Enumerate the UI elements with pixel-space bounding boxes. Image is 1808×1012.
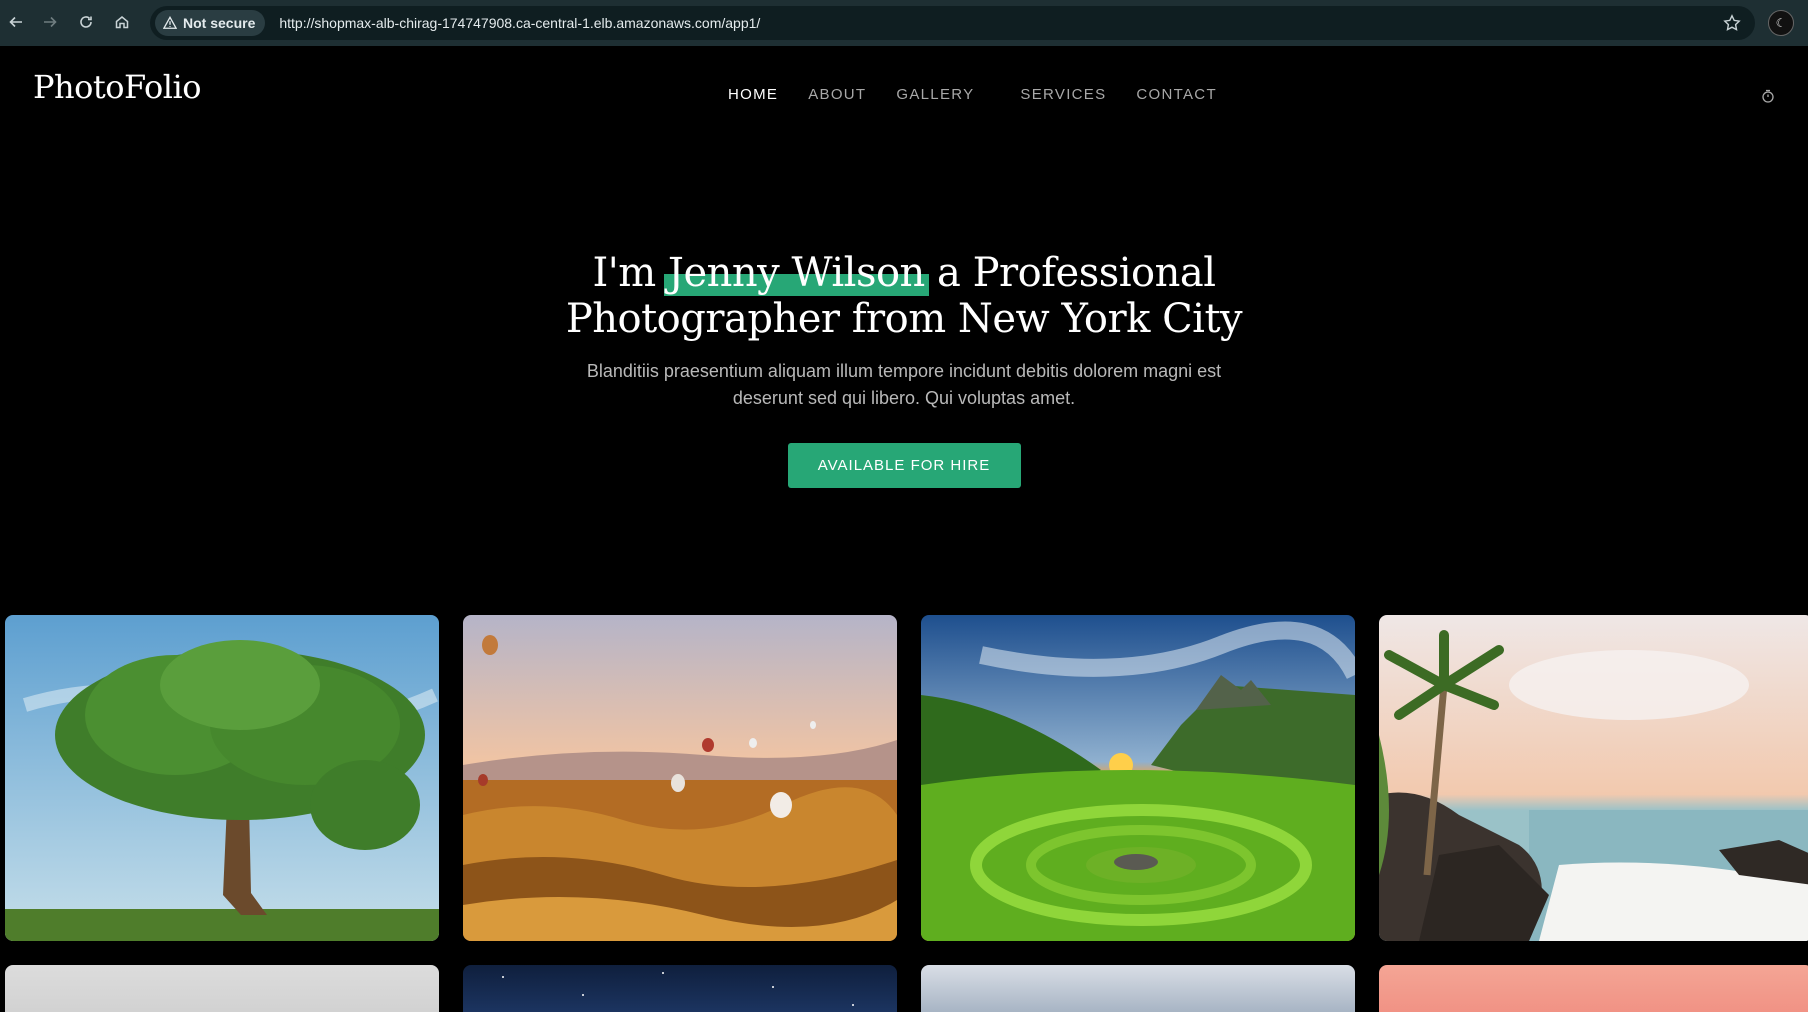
hero-title: I'm Jenny Wilson a Professional Photogra…: [0, 250, 1808, 342]
nav-contact[interactable]: CONTACT: [1136, 86, 1216, 103]
home-icon[interactable]: [108, 8, 136, 36]
hero-section: I'm Jenny Wilson a Professional Photogra…: [0, 250, 1808, 488]
site-header: PhotoFolio HOME ABOUT GALLERY SERVICES C…: [0, 46, 1808, 144]
warning-icon: [163, 16, 177, 29]
hire-button[interactable]: AVAILABLE FOR HIRE: [787, 443, 1021, 488]
nav-home[interactable]: HOME: [728, 86, 778, 103]
gallery-image-cloudy-sky[interactable]: [921, 965, 1355, 1012]
hero-description: Blanditiis praesentium aliquam illum tem…: [586, 361, 1222, 408]
security-chip[interactable]: Not secure: [155, 10, 266, 36]
hero-title-suffix: a Professional: [924, 250, 1216, 296]
nav-about[interactable]: ABOUT: [808, 86, 866, 103]
star-icon[interactable]: [1723, 14, 1741, 32]
gallery-image-tree[interactable]: [5, 615, 439, 941]
gallery-image-hazy-sky[interactable]: [5, 965, 439, 1012]
hero-title-prefix: I'm: [592, 250, 668, 296]
hero-title-line2: Photographer from New York City: [565, 296, 1243, 342]
timer-icon[interactable]: [1760, 88, 1776, 104]
main-nav: HOME ABOUT GALLERY SERVICES CONTACT: [728, 86, 1247, 103]
back-icon[interactable]: [2, 8, 30, 36]
url-text[interactable]: http://shopmax-alb-chirag-174747908.ca-c…: [279, 15, 760, 31]
reload-icon[interactable]: [72, 8, 100, 36]
gallery-image-palm-beach[interactable]: [1379, 615, 1808, 941]
browser-toolbar: Not secure http://shopmax-alb-chirag-174…: [0, 0, 1808, 46]
highlighted-name: Jenny Wilson: [663, 250, 929, 296]
nav-gallery[interactable]: GALLERY: [896, 86, 974, 103]
security-label: Not secure: [183, 15, 256, 31]
gallery-image-hot-air-balloons[interactable]: [463, 615, 897, 941]
gallery-image-green-valley[interactable]: [921, 615, 1355, 941]
address-bar[interactable]: Not secure http://shopmax-alb-chirag-174…: [150, 6, 1755, 40]
gallery-image-pink-sky[interactable]: [1379, 965, 1808, 1012]
nav-services[interactable]: SERVICES: [1020, 86, 1106, 103]
gallery-image-night-sky[interactable]: [463, 965, 897, 1012]
forward-icon[interactable]: [36, 8, 64, 36]
profile-avatar[interactable]: ☾: [1768, 10, 1794, 36]
site-logo[interactable]: PhotoFolio: [33, 68, 201, 106]
